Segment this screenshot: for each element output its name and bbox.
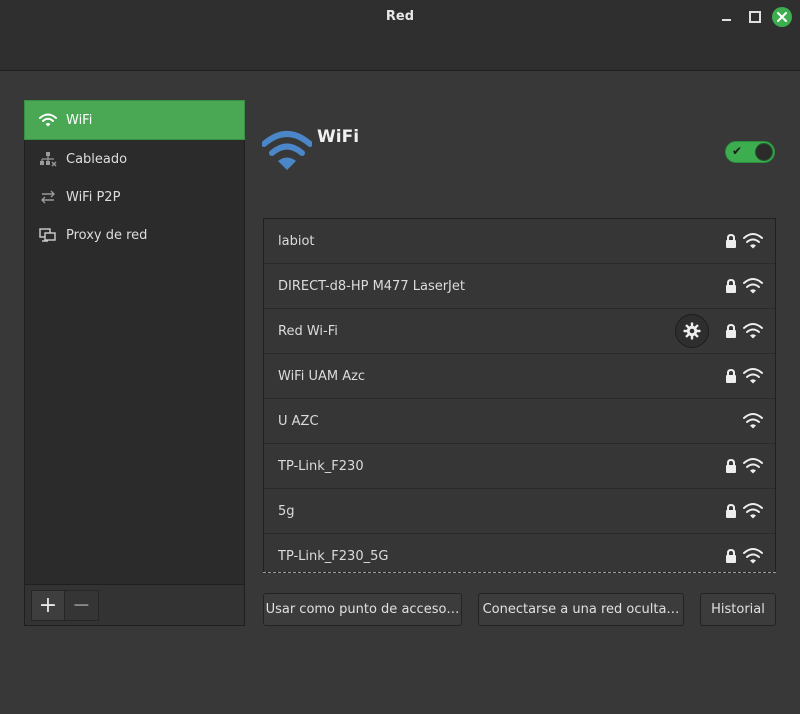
lock-icon <box>726 323 736 338</box>
sidebar-item-label: Cableado <box>66 151 128 167</box>
network-name: U AZC <box>278 413 319 429</box>
lock-icon <box>726 233 736 248</box>
connect-hidden-network-button[interactable]: Conectarse a una red oculta… <box>478 593 684 626</box>
network-name: WiFi UAM Azc <box>278 368 366 384</box>
network-name: labiot <box>278 233 315 249</box>
network-proxy-icon <box>39 226 57 244</box>
wired-network-icon <box>39 150 57 168</box>
network-row[interactable]: U AZC <box>264 399 775 444</box>
wifi-large-icon <box>262 131 312 170</box>
add-connection-button[interactable]: + <box>31 589 65 621</box>
network-row[interactable]: TP-Link_F230 <box>264 444 775 489</box>
network-name: TP-Link_F230_5G <box>278 548 389 564</box>
minimize-button[interactable] <box>716 7 736 27</box>
lock-icon <box>726 278 736 293</box>
history-button[interactable]: Historial <box>700 593 776 626</box>
maximize-icon <box>749 11 761 23</box>
check-icon: ✔ <box>732 144 743 158</box>
wifi-signal-icon <box>743 233 763 249</box>
scroll-edge-indicator <box>263 571 776 573</box>
wifi-toggle[interactable]: ✔ <box>725 141 775 163</box>
wifi-signal-icon <box>743 278 763 294</box>
sidebar-item-label: WiFi <box>66 112 93 128</box>
network-list: labiot DIRECT-d8-HP M477 LaserJet Red Wi… <box>263 218 776 573</box>
network-row[interactable]: TP-Link_F230_5G <box>264 534 775 572</box>
network-name: TP-Link_F230 <box>278 458 364 474</box>
window-title: Red <box>385 9 415 24</box>
gear-icon <box>683 322 701 340</box>
network-row[interactable]: 5g <box>264 489 775 534</box>
sidebar-item-label: WiFi P2P <box>66 189 121 205</box>
close-button[interactable] <box>772 7 792 27</box>
wifi-signal-icon <box>743 323 763 339</box>
lock-icon <box>726 368 736 383</box>
network-row[interactable]: WiFi UAM Azc <box>264 354 775 399</box>
wifi-signal-icon <box>743 413 763 429</box>
wifi-signal-icon <box>743 458 763 474</box>
sidebar-footer: + − <box>25 584 244 625</box>
sidebar-item-label: Proxy de red <box>66 227 148 243</box>
sidebar: WiFi Cableado WiFi P2P Proxy de red + − <box>24 100 245 626</box>
hotspot-button[interactable]: Usar como punto de acceso… <box>263 593 462 626</box>
sidebar-item-cableado[interactable]: Cableado <box>25 140 244 178</box>
p2p-arrows-icon <box>39 188 57 206</box>
sidebar-item-proxy[interactable]: Proxy de red <box>25 216 244 254</box>
sidebar-item-wifi-p2p[interactable]: WiFi P2P <box>25 178 244 216</box>
wifi-signal-icon <box>743 548 763 564</box>
network-name: 5g <box>278 503 295 519</box>
wifi-signal-icon <box>743 368 763 384</box>
page-title: WiFi <box>317 127 360 147</box>
lock-icon <box>726 503 736 518</box>
network-row[interactable]: Red Wi-Fi <box>264 309 775 354</box>
minimize-icon <box>721 19 731 21</box>
wifi-signal-icon <box>743 503 763 519</box>
maximize-button[interactable] <box>745 7 765 27</box>
sidebar-item-wifi[interactable]: WiFi <box>24 100 245 140</box>
lock-icon <box>726 548 736 563</box>
network-settings-button[interactable] <box>675 314 709 348</box>
network-name: DIRECT-d8-HP M477 LaserJet <box>278 278 465 294</box>
network-row[interactable]: labiot <box>264 219 775 264</box>
toggle-knob <box>755 143 773 161</box>
network-name: Red Wi-Fi <box>278 323 338 339</box>
lock-icon <box>726 458 736 473</box>
titlebar: Red <box>0 0 800 71</box>
remove-connection-button[interactable]: − <box>65 589 99 621</box>
wifi-icon <box>39 111 57 129</box>
network-row[interactable]: DIRECT-d8-HP M477 LaserJet <box>264 264 775 309</box>
close-icon <box>777 12 787 22</box>
